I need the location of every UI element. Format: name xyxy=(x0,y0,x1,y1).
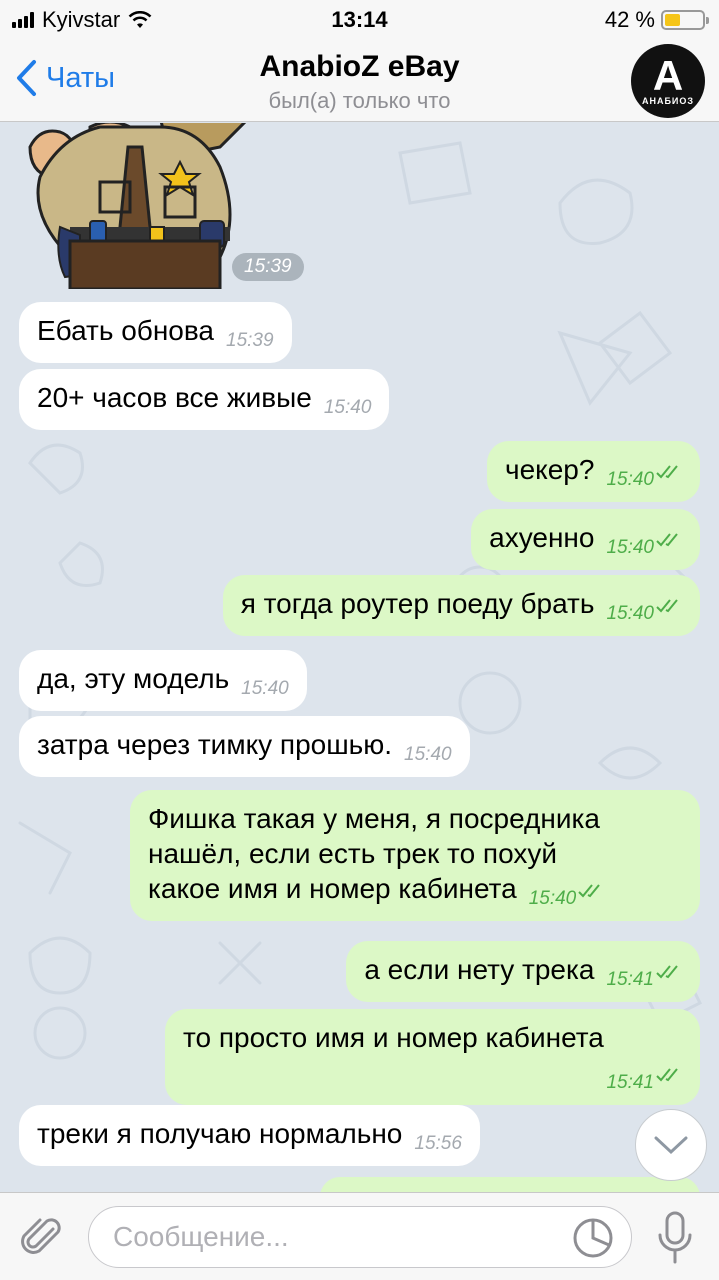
paperclip-icon[interactable] xyxy=(20,1215,66,1261)
message-text: какое имя и номер кабинета xyxy=(148,873,517,904)
message-bubble-in[interactable]: да, эту модель 15:40 xyxy=(19,650,307,711)
chat-status: был(а) только что xyxy=(268,88,451,113)
avatar-letter: A xyxy=(652,52,684,99)
chat-title-block[interactable]: AnabioZ eBay был(а) только что xyxy=(0,50,719,114)
message-bubble-out[interactable]: Фишка такая у меня, я посредника нашёл, … xyxy=(130,790,700,921)
message-line: нашёл, если есть трек то похуй xyxy=(148,838,557,869)
chat-header: Чаты AnabioZ eBay был(а) только что A АН… xyxy=(0,40,719,122)
double-check-icon xyxy=(656,464,678,479)
message-time: 15:40 xyxy=(241,678,289,699)
chat-area[interactable]: 15:39 Ебать обнова 15:39 20+ часов все жи… xyxy=(0,123,719,1192)
message-time: 15:40 xyxy=(404,744,452,765)
chevron-down-icon xyxy=(654,1136,688,1155)
message-input[interactable]: Сообщение... xyxy=(88,1206,632,1268)
message-meta: 15:41 xyxy=(183,1055,682,1094)
battery-icon xyxy=(661,10,709,30)
composer-bar: Сообщение... xyxy=(0,1192,719,1280)
message-bubble-in[interactable]: 20+ часов все живые 15:40 xyxy=(19,369,390,430)
message-text: то просто имя и номер кабинета xyxy=(183,1022,604,1053)
message-time: 15:39 xyxy=(226,330,274,351)
scroll-down-button[interactable] xyxy=(635,1109,707,1181)
message-time: 15:40 xyxy=(606,469,654,490)
battery-percent: 42 % xyxy=(604,7,655,32)
status-bar: Kyivstar 13:14 42 % xyxy=(0,0,719,40)
message-text: треки я получаю нормально xyxy=(37,1118,403,1149)
chat-title: AnabioZ eBay xyxy=(259,50,460,83)
message-bubble-out[interactable]: ахуенно 15:40 xyxy=(471,509,700,570)
double-check-icon xyxy=(578,883,601,898)
message-bubble-out[interactable]: а если нету трека 15:41 xyxy=(346,941,700,1002)
message-line: Фишка такая у меня, я посредника xyxy=(148,803,600,834)
message-time: 15:40 xyxy=(606,603,654,624)
message-bubble-in[interactable]: затра через тимку прошью. 15:40 xyxy=(19,716,470,777)
avatar-caption: АНАБИОЗ xyxy=(641,96,695,106)
message-time: 15:40 xyxy=(528,888,577,909)
message-bubble-out-partial[interactable] xyxy=(320,1177,700,1192)
message-text: да, эту модель xyxy=(37,663,230,694)
sticker-timestamp: 15:39 xyxy=(232,253,304,281)
message-bubble-in[interactable]: Ебать обнова 15:39 xyxy=(19,302,292,363)
message-time: 15:56 xyxy=(414,1133,462,1154)
message-bubble-out[interactable]: я тогда роутер поеду брать 15:40 xyxy=(222,575,700,636)
message-text: а если нету трека xyxy=(364,954,595,985)
message-time: 15:41 xyxy=(606,1072,654,1093)
message-text: Ебать обнова xyxy=(37,315,214,346)
message-text: 20+ часов все живые xyxy=(37,382,312,413)
double-check-icon xyxy=(656,598,678,613)
message-bubble-out[interactable]: то просто имя и номер кабинета 15:41 xyxy=(165,1009,700,1105)
message-text: затра через тимку прошью. xyxy=(37,729,393,760)
sheriff-sticker[interactable] xyxy=(20,123,250,289)
message-time: 15:40 xyxy=(606,537,654,558)
message-text: чекер? xyxy=(505,454,595,485)
microphone-icon[interactable] xyxy=(655,1210,695,1266)
message-bubble-out[interactable]: чекер? 15:40 xyxy=(487,441,700,502)
message-text: ахуенно xyxy=(489,522,595,553)
sticker-icon[interactable] xyxy=(572,1217,614,1259)
double-check-icon xyxy=(656,1067,678,1082)
message-time: 15:41 xyxy=(606,969,654,990)
double-check-icon xyxy=(656,964,678,979)
status-right: 42 % xyxy=(604,7,709,33)
message-bubble-in[interactable]: треки я получаю нормально 15:56 xyxy=(19,1105,480,1166)
message-time: 15:40 xyxy=(323,397,372,418)
message-text: я тогда роутер поеду брать xyxy=(240,588,595,619)
avatar[interactable]: A АНАБИОЗ xyxy=(631,44,705,118)
double-check-icon xyxy=(656,532,678,547)
message-line-last: какое имя и номер кабинета 15:40 xyxy=(148,871,682,910)
